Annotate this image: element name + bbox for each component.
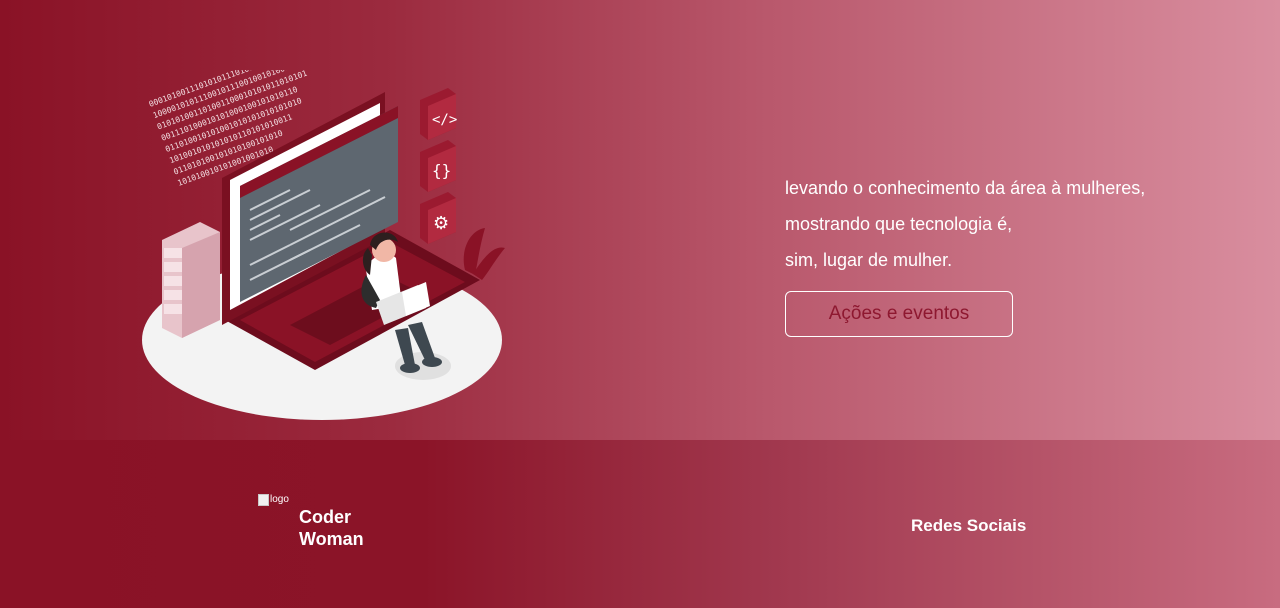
- broken-image-icon: [258, 494, 269, 506]
- logo-alt-text: logo: [270, 494, 289, 505]
- svg-text:⚙: ⚙: [433, 213, 449, 234]
- hero-line-2: mostrando que tecnologia é,: [785, 214, 1013, 234]
- footer-section: [0, 440, 1280, 608]
- braces-icon: {}: [420, 140, 456, 192]
- brand-line-1: Coder: [299, 507, 352, 527]
- server-stack: [162, 222, 220, 338]
- brand-name: Coder Woman: [299, 506, 364, 550]
- events-button[interactable]: Ações e eventos: [785, 291, 1013, 337]
- hero-line-3: sim, lugar de mulher.: [785, 250, 953, 270]
- gear-icon: ⚙: [420, 192, 456, 244]
- plant-icon: [463, 228, 505, 280]
- hero-line-1: levando o conhecimento da área à mulhere…: [785, 178, 1146, 198]
- code-icon: </>: [420, 88, 457, 140]
- hero-illustration: 000101001110101011101010001010101 100001…: [142, 70, 505, 420]
- svg-text:</>: </>: [432, 112, 457, 128]
- brand-line-2: Woman: [299, 529, 364, 549]
- hero-text: levando o conhecimento da área à mulhere…: [785, 170, 1205, 278]
- social-title: Redes Sociais: [911, 516, 1027, 535]
- svg-text:{}: {}: [432, 161, 451, 180]
- footer-logo[interactable]: logo: [258, 494, 294, 512]
- logo-image[interactable]: logo: [258, 494, 294, 512]
